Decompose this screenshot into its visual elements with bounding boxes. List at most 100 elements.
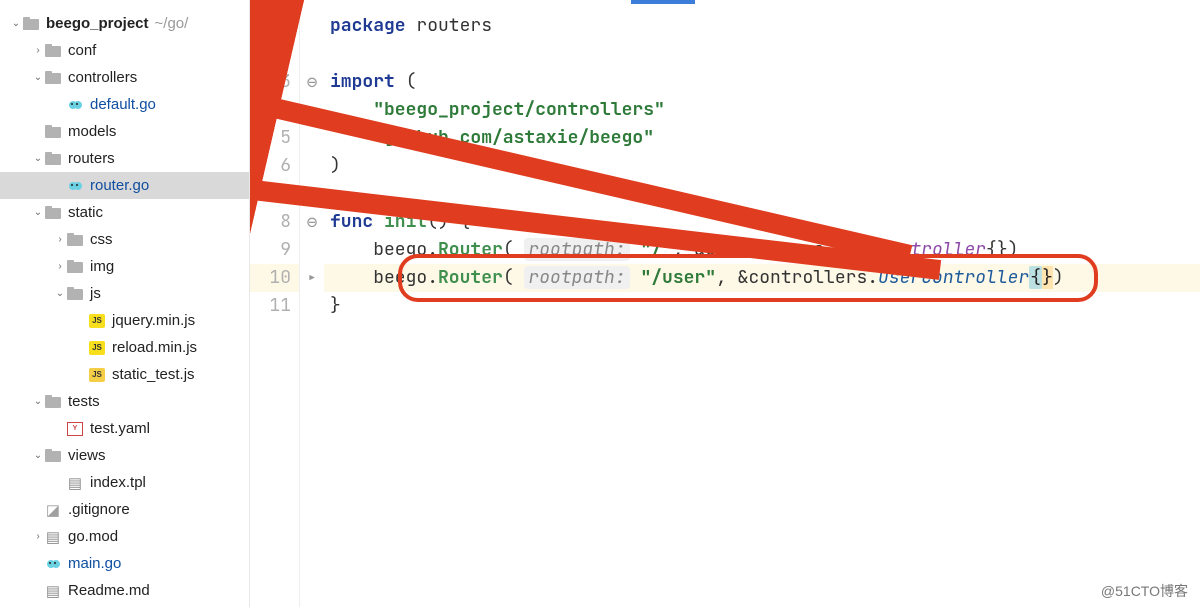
js-file-icon: JS	[88, 339, 106, 357]
tree-root-label: beego_project	[46, 15, 149, 32]
tree-item-label: css	[90, 231, 113, 248]
tree-item[interactable]: › img	[0, 253, 249, 280]
tree-item-label: img	[90, 258, 114, 275]
tree-item-label: go.mod	[68, 528, 118, 545]
chevron-down-icon[interactable]: ⌄	[32, 450, 44, 461]
line-number: 3	[250, 68, 299, 96]
folder-icon	[44, 123, 62, 141]
tree-item[interactable]: JS static_test.js	[0, 361, 249, 388]
tree-item-label: .gitignore	[68, 501, 130, 518]
js-file-icon: JS	[88, 366, 106, 384]
highlight-box	[398, 254, 1098, 302]
tree-item[interactable]: ▤ index.tpl	[0, 469, 249, 496]
line-number: 1	[250, 12, 299, 40]
tree-item-label: jquery.min.js	[112, 312, 195, 329]
chevron-down-icon[interactable]: ⌄	[32, 396, 44, 407]
code-line[interactable]: "beego_project/controllers"	[324, 96, 1200, 124]
code-line[interactable]	[324, 40, 1200, 68]
folder-icon	[22, 15, 40, 33]
tree-item-label: test.yaml	[90, 420, 150, 437]
tree-item[interactable]: ◪.gitignore	[0, 496, 249, 523]
folder-icon	[44, 393, 62, 411]
tree-item-label: routers	[68, 150, 115, 167]
line-number: 2	[250, 40, 299, 68]
fold-toggle-icon[interactable]: ⊖	[307, 71, 318, 94]
line-number: 11	[250, 292, 299, 320]
tree-item-label: conf	[68, 42, 96, 59]
js-file-icon: JS	[88, 312, 106, 330]
watermark: @51CTO博客	[1101, 581, 1188, 601]
tree-item-label: reload.min.js	[112, 339, 197, 356]
folder-icon	[44, 42, 62, 60]
tree-item[interactable]: default.go	[0, 91, 249, 118]
tree-item[interactable]: ⌄ js	[0, 280, 249, 307]
fold-toggle-icon[interactable]: ▸	[307, 267, 318, 290]
tree-item-label: models	[68, 123, 116, 140]
tree-item-label: router.go	[90, 177, 149, 194]
folder-icon	[44, 150, 62, 168]
tree-item-label: views	[68, 447, 106, 464]
file-icon: ▤	[66, 474, 84, 492]
folder-icon	[66, 231, 84, 249]
code-line[interactable]: import (	[324, 68, 1200, 96]
tree-item[interactable]: ⌄ routers	[0, 145, 249, 172]
chevron-right-icon[interactable]: ›	[54, 261, 66, 272]
project-tree[interactable]: ⌄ beego_project ~/go/ › conf ⌄ controllers d…	[0, 0, 250, 607]
chevron-down-icon[interactable]: ⌄	[32, 153, 44, 164]
folder-icon	[44, 69, 62, 87]
tree-item-label: index.tpl	[90, 474, 146, 491]
chevron-down-icon[interactable]: ⌄	[54, 288, 66, 299]
tree-item[interactable]: ⌄ controllers	[0, 64, 249, 91]
code-line[interactable]: )	[324, 152, 1200, 180]
tree-item-label: static	[68, 204, 103, 221]
tree-item-label: js	[90, 285, 101, 302]
tree-item[interactable]: ⌄ views	[0, 442, 249, 469]
chevron-right-icon[interactable]: ›	[32, 45, 44, 56]
code-line[interactable]: func init() {	[324, 208, 1200, 236]
code-line[interactable]: "github.com/astaxie/beego"	[324, 124, 1200, 152]
tree-item-label: Readme.md	[68, 582, 150, 599]
line-number: 6	[250, 152, 299, 180]
go-file-icon	[44, 555, 62, 573]
go-file-icon	[66, 177, 84, 195]
tree-item-label: static_test.js	[112, 366, 195, 383]
tree-root-path: ~/go/	[155, 15, 189, 32]
tree-item-label: controllers	[68, 69, 137, 86]
line-number: 8	[250, 208, 299, 236]
tree-item[interactable]: ▤Readme.md	[0, 577, 249, 604]
code-editor[interactable]: 1234567891011 ⊖⊖💡▸ package routersimport…	[250, 0, 1200, 607]
tree-item[interactable]: router.go	[0, 172, 249, 199]
code-area[interactable]: package routers import ( "beego_project/c…	[324, 0, 1200, 607]
code-line[interactable]	[324, 180, 1200, 208]
yaml-file-icon: Y	[66, 420, 84, 438]
tree-item[interactable]: models	[0, 118, 249, 145]
tree-item[interactable]: ⌄ static	[0, 199, 249, 226]
tree-item[interactable]: › conf	[0, 37, 249, 64]
tree-item[interactable]: ⌄ tests	[0, 388, 249, 415]
chevron-right-icon[interactable]: ›	[32, 531, 44, 542]
line-gutter: 1234567891011	[250, 0, 300, 607]
tree-item[interactable]: ›▤ go.mod	[0, 523, 249, 550]
go-file-icon	[66, 96, 84, 114]
folder-icon	[66, 258, 84, 276]
tree-item[interactable]: Ytest.yaml	[0, 415, 249, 442]
chevron-down-icon[interactable]: ⌄	[32, 207, 44, 218]
tree-item-label: default.go	[90, 96, 156, 113]
code-line[interactable]: package routers	[324, 12, 1200, 40]
chevron-down-icon[interactable]: ⌄	[32, 72, 44, 83]
tree-item[interactable]: main.go	[0, 550, 249, 577]
chevron-down-icon[interactable]: ⌄	[10, 18, 22, 29]
file-icon: ▤	[44, 528, 62, 546]
tree-item-label: main.go	[68, 555, 121, 572]
tree-item-label: tests	[68, 393, 100, 410]
line-number: 7	[250, 180, 299, 208]
chevron-right-icon[interactable]: ›	[54, 234, 66, 245]
fold-column[interactable]: ⊖⊖💡▸	[300, 0, 324, 607]
tree-item[interactable]: JS jquery.min.js	[0, 307, 249, 334]
tree-item[interactable]: JS reload.min.js	[0, 334, 249, 361]
tree-item[interactable]: › css	[0, 226, 249, 253]
fold-toggle-icon[interactable]: ⊖	[307, 211, 318, 234]
folder-icon	[44, 447, 62, 465]
line-number: 5	[250, 124, 299, 152]
tree-root[interactable]: ⌄ beego_project ~/go/	[0, 10, 249, 37]
